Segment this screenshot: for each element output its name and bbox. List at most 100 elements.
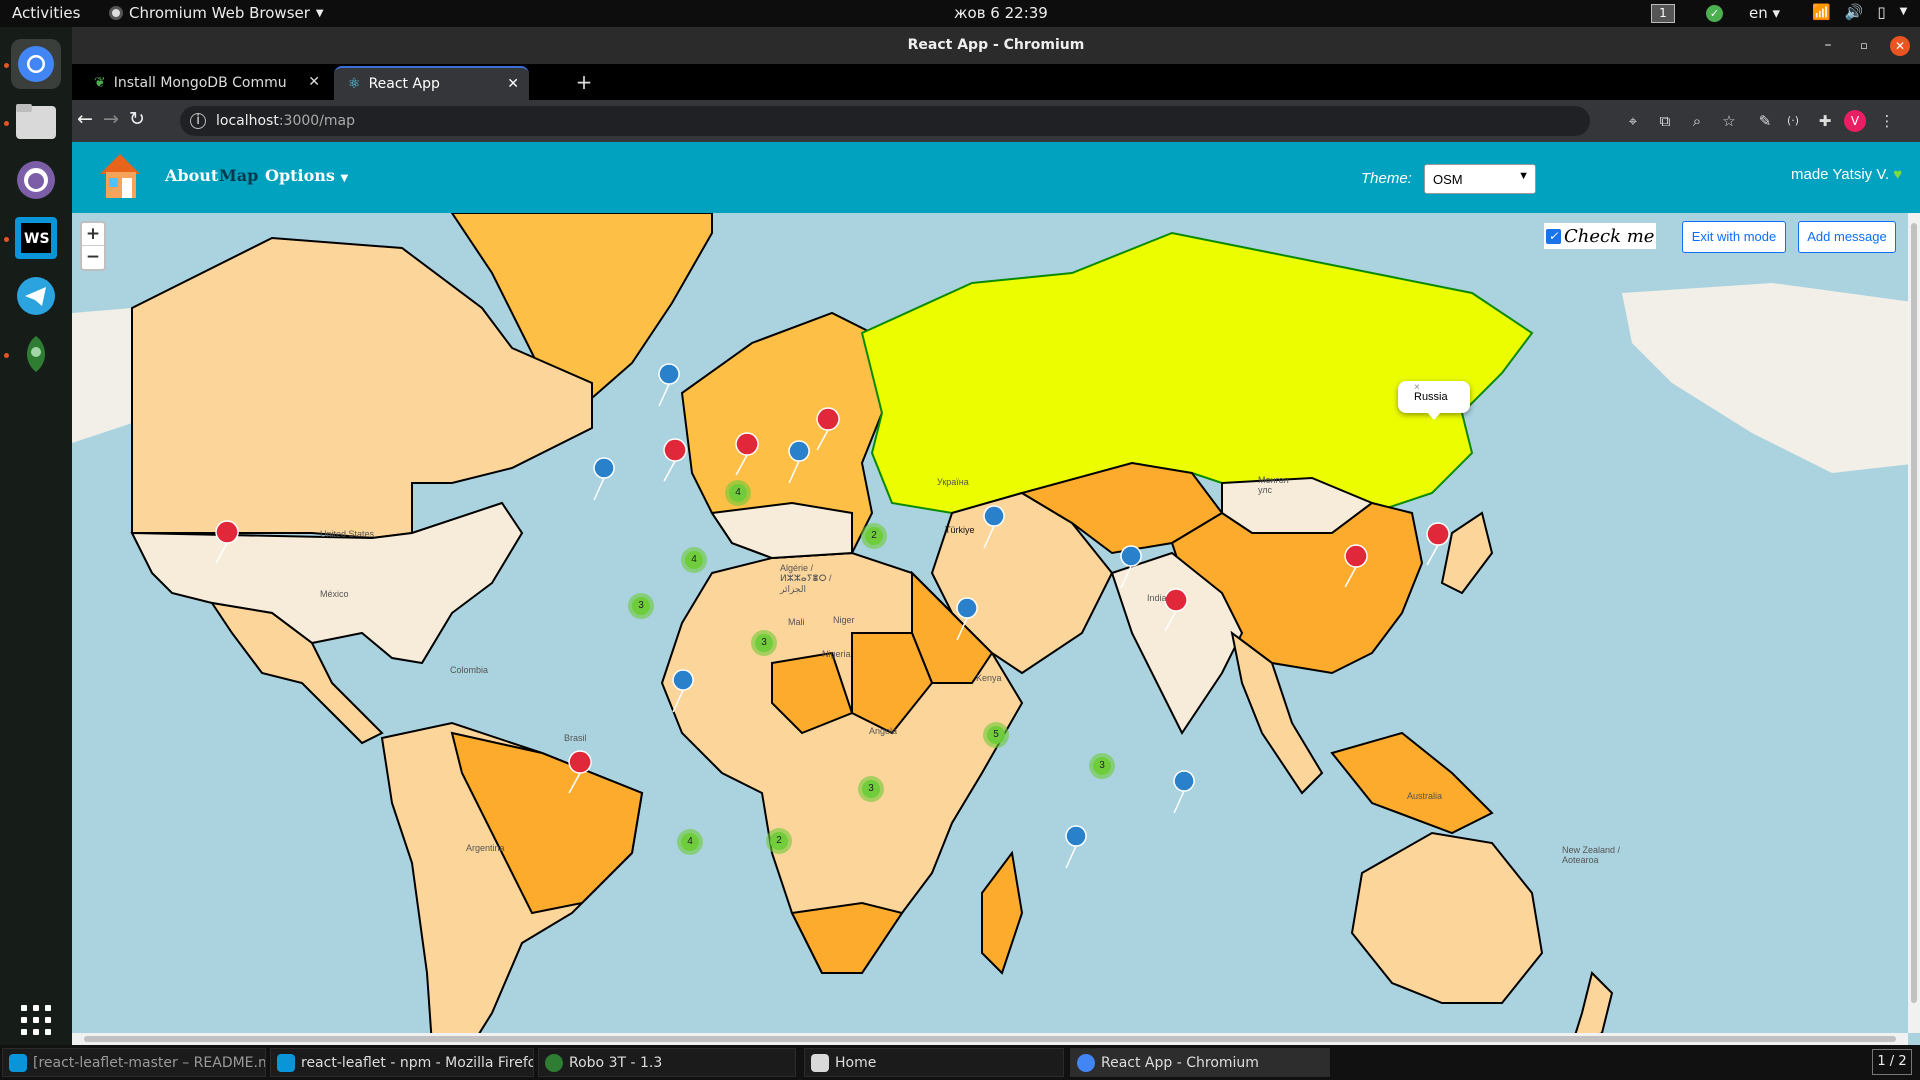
github-icon (17, 161, 55, 199)
taskbar-item-firefox[interactable]: react-leaflet - npm - Mozilla Firefox (270, 1048, 534, 1077)
taskbar-item-home[interactable]: Home (804, 1048, 1064, 1077)
menu-icon[interactable]: ⋮ (1876, 110, 1898, 132)
scrollbar-thumb[interactable] (84, 1036, 1896, 1042)
tab-react-app[interactable]: ⚛ React App ✕ (334, 66, 529, 100)
nav-about[interactable]: About (165, 166, 218, 185)
zoom-out-button[interactable]: − (82, 246, 104, 269)
zoom-in-button[interactable]: + (82, 223, 104, 246)
tab-strip: ❦ Install MongoDB Commu ✕ ⚛ React App ✕ … (72, 64, 1920, 100)
app-menu[interactable]: Chromium Web Browser ▼ (109, 4, 324, 22)
marker-cluster[interactable]: 4 (681, 547, 707, 573)
dock-github[interactable] (11, 155, 61, 205)
country-label: México (320, 589, 349, 599)
dock-robo3t[interactable] (11, 329, 61, 379)
webstorm-icon (277, 1053, 295, 1072)
reload-icon[interactable]: ↻ (124, 108, 150, 130)
horizontal-scrollbar[interactable] (72, 1033, 1908, 1045)
country-label: Argentina (466, 843, 505, 853)
dock-files[interactable] (11, 97, 61, 147)
maximize-icon[interactable]: ▫ (1854, 27, 1874, 64)
cluster-count: 4 (681, 833, 699, 851)
country-label: Colombia (450, 665, 489, 675)
world-map (72, 213, 1920, 1045)
country-label: New Zealand / Aotearoa (1562, 845, 1621, 865)
home-logo-icon[interactable] (96, 148, 144, 202)
chevron-down-icon: ▼ (1899, 6, 1908, 17)
check-me-checkbox[interactable]: ✓ Check me (1544, 223, 1657, 249)
location-icon[interactable]: ⌖ (1622, 110, 1644, 132)
bookmark-star-icon[interactable]: ☆ (1718, 110, 1740, 132)
marker-cluster[interactable]: 3 (858, 776, 884, 802)
extension-icon[interactable]: (·) (1782, 110, 1804, 132)
language-label: en (1749, 4, 1768, 22)
nav-options[interactable]: Options ▼ (265, 166, 348, 185)
webstorm-icon (9, 1053, 27, 1072)
show-applications-button[interactable] (11, 995, 61, 1045)
info-icon[interactable]: i (190, 113, 206, 129)
nav-map[interactable]: Map (219, 166, 258, 185)
tab-close-icon[interactable]: ✕ (308, 74, 320, 90)
marker-cluster[interactable]: 4 (725, 480, 751, 506)
marker-cluster[interactable]: 3 (1089, 753, 1115, 779)
system-tray[interactable]: 📶 🔊 ▯ ▼ (1812, 3, 1907, 21)
taskbar-label: Robo 3T - 1.3 (569, 1054, 663, 1071)
taskbar-item-robo3t[interactable]: Robo 3T - 1.3 (538, 1048, 796, 1077)
marker-cluster[interactable]: 5 (983, 722, 1009, 748)
translate-icon[interactable]: ⧉ (1654, 110, 1676, 132)
react-icon: ⚛ (348, 76, 361, 92)
extension-icon[interactable]: ✎ (1754, 110, 1776, 132)
heart-icon: ♥ (1893, 166, 1903, 183)
tab-mongodb[interactable]: ❦ Install MongoDB Commu ✕ (80, 66, 330, 100)
country-label: Türkiye (945, 525, 975, 535)
close-icon[interactable]: ✕ (1890, 35, 1910, 56)
chromium-icon (1077, 1053, 1095, 1072)
popup-close-icon[interactable]: × (1414, 382, 1465, 393)
taskbar-label: react-leaflet - npm - Mozilla Firefox (301, 1054, 534, 1071)
zoom-icon[interactable]: ⌕ (1686, 110, 1708, 132)
marker-cluster[interactable]: 3 (751, 630, 777, 656)
running-indicator (4, 121, 9, 126)
marker-cluster[interactable]: 2 (766, 828, 792, 854)
taskbar-item-webstorm[interactable]: [react-leaflet-master – README.md] (2, 1048, 266, 1077)
checkbox-checked-icon[interactable]: ✓ (1546, 228, 1561, 244)
scrollbar-thumb[interactable] (1911, 223, 1917, 1003)
robo3t-icon (26, 336, 46, 372)
shield-check-icon[interactable]: ✓ (1706, 5, 1723, 22)
cluster-count: 3 (1093, 757, 1111, 775)
country-label: Australia (1407, 791, 1443, 801)
language-selector[interactable]: en ▾ (1749, 4, 1780, 22)
taskbar-item-chromium[interactable]: React App - Chromium (1070, 1048, 1330, 1077)
theme-select[interactable]: OSM ▼ (1424, 164, 1536, 194)
country-label: Монгол улс (1258, 475, 1289, 495)
back-icon[interactable]: ← (72, 108, 98, 130)
exit-with-mode-button[interactable]: Exit with mode (1682, 221, 1786, 253)
marker-cluster[interactable]: 3 (628, 593, 654, 619)
leaflet-map[interactable]: + − ✓ Check me Exit with mode Add messag… (72, 213, 1920, 1045)
mongodb-leaf-icon: ❦ (94, 75, 106, 91)
profile-avatar[interactable]: V (1844, 110, 1866, 132)
forward-icon[interactable]: → (98, 108, 124, 130)
workspace-indicator[interactable]: 1 (1651, 4, 1675, 23)
chromium-icon (109, 6, 123, 20)
new-tab-button[interactable]: + (571, 69, 597, 95)
vertical-scrollbar[interactable] (1908, 213, 1920, 1033)
tab-close-icon[interactable]: ✕ (507, 76, 519, 92)
dock-telegram[interactable] (11, 271, 61, 321)
marker-cluster[interactable]: 4 (677, 829, 703, 855)
folder-icon (811, 1053, 829, 1072)
activities-button[interactable]: Activities (12, 4, 80, 22)
marker-cluster[interactable]: 2 (861, 523, 887, 549)
minimize-icon[interactable]: – (1818, 27, 1838, 64)
theme-label: Theme: (1361, 170, 1412, 187)
address-bar[interactable]: i localhost:3000/map (180, 106, 1590, 136)
wifi-icon: 📶 (1812, 3, 1831, 21)
cluster-count: 3 (755, 634, 773, 652)
country-label: India (1147, 593, 1167, 603)
dock-chromium[interactable] (11, 39, 61, 89)
add-message-button[interactable]: Add message (1798, 221, 1896, 253)
cluster-count: 2 (770, 832, 788, 850)
dock-webstorm[interactable]: WS (11, 213, 61, 263)
puzzle-icon[interactable]: ✚ (1814, 110, 1836, 132)
clock[interactable]: жов 6 22:39 (954, 4, 1048, 22)
workspace-pager[interactable]: 1 / 2 (1872, 1049, 1912, 1075)
